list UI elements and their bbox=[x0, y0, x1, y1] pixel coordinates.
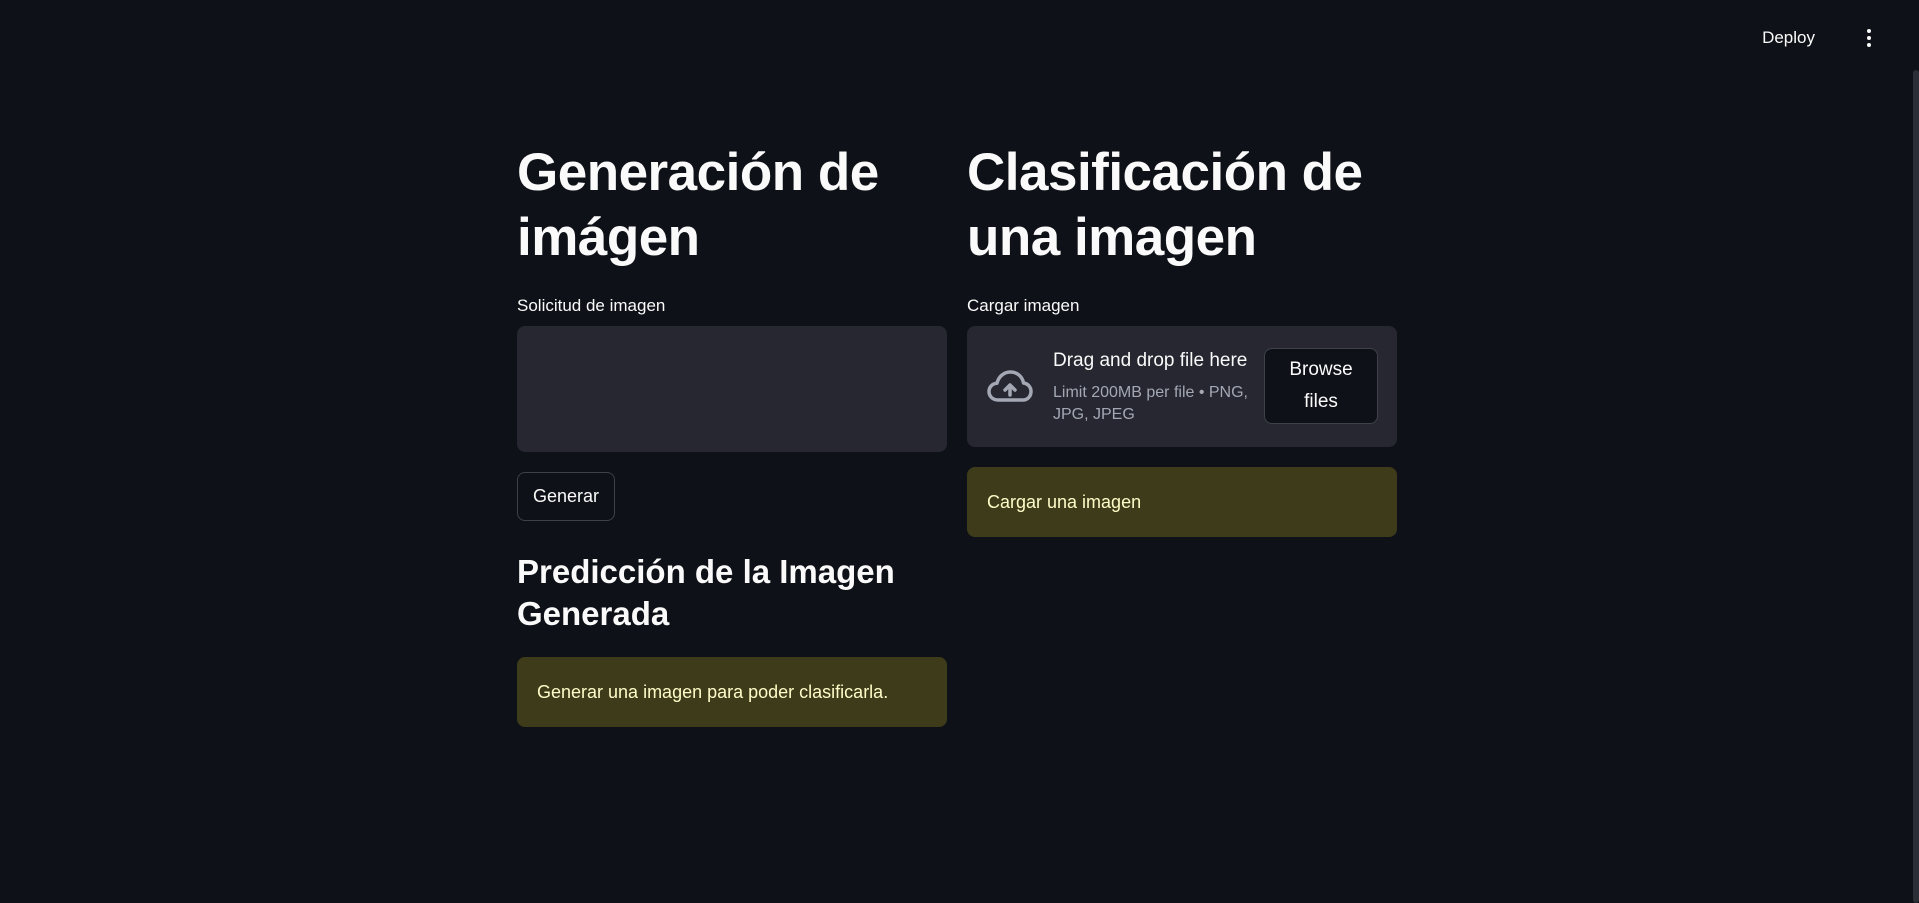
prediction-warning-alert: Generar una imagen para poder clasificar… bbox=[517, 657, 947, 727]
generation-title: Generación de imágen bbox=[517, 143, 879, 267]
app-header: Deploy bbox=[0, 0, 1919, 76]
deploy-button[interactable]: Deploy bbox=[1756, 24, 1821, 52]
generation-column: Generación de imágen Solicitud de imagen… bbox=[517, 140, 947, 727]
browse-files-button[interactable]: Browse files bbox=[1264, 348, 1378, 424]
classification-title: Clasificación de una imagen bbox=[967, 143, 1363, 267]
generate-button[interactable]: Generar bbox=[517, 472, 616, 521]
prompt-textarea[interactable] bbox=[517, 326, 947, 452]
browse-files-label: Browse files bbox=[1289, 359, 1353, 412]
scrollbar[interactable] bbox=[1913, 70, 1919, 903]
upload-warning-alert: Cargar una imagen bbox=[967, 467, 1397, 537]
file-uploader-dropzone[interactable]: Drag and drop file here Limit 200MB per … bbox=[967, 326, 1397, 447]
file-limit-text: Limit 200MB per file • PNG, JPG, JPEG bbox=[1053, 384, 1248, 423]
classification-column: Clasificación de una imagen Cargar image… bbox=[967, 140, 1397, 537]
cloud-upload-icon bbox=[987, 370, 1033, 402]
prediction-warning-text: Generar una imagen para poder clasificar… bbox=[537, 681, 889, 702]
kebab-menu-icon[interactable] bbox=[1855, 24, 1883, 52]
drop-instruction: Drag and drop file here bbox=[1053, 350, 1248, 371]
upload-warning-text: Cargar una imagen bbox=[987, 491, 1142, 512]
prediction-title: Predicción de la Imagen Generada bbox=[517, 553, 895, 632]
upload-label: Cargar imagen bbox=[967, 296, 1080, 315]
prompt-label: Solicitud de imagen bbox=[517, 296, 666, 315]
